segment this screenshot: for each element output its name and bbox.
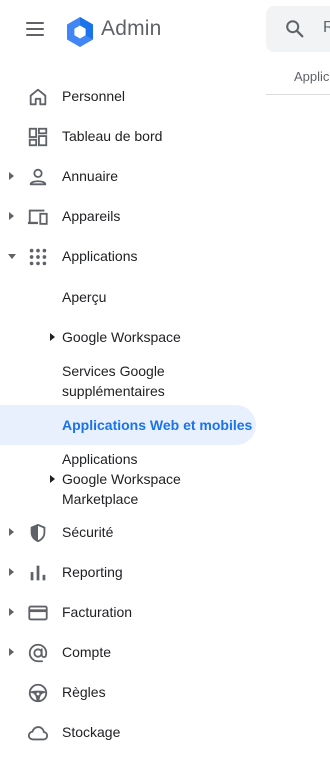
search-input[interactable]: R bbox=[323, 19, 330, 37]
sidebar-subitem-services-google-supplementaires[interactable]: Services Google supplémentaires bbox=[0, 361, 262, 401]
search-icon[interactable] bbox=[284, 18, 306, 40]
admin-logo-icon bbox=[67, 17, 93, 47]
sidebar-subitem-apercu[interactable]: Aperçu bbox=[0, 287, 262, 307]
bar-chart-icon bbox=[30, 565, 46, 581]
expand-caret-icon[interactable] bbox=[50, 475, 55, 483]
expand-caret-icon[interactable] bbox=[9, 172, 14, 180]
sidebar-item-securite[interactable]: Sécurité bbox=[0, 513, 262, 553]
expand-caret-icon[interactable] bbox=[9, 648, 14, 656]
home-icon bbox=[29, 88, 47, 106]
person-icon bbox=[29, 168, 47, 186]
sidebar-item-regles[interactable]: Règles bbox=[0, 673, 262, 713]
main-menu-button[interactable] bbox=[26, 20, 46, 38]
sidebar-item-applications[interactable]: Applications bbox=[0, 237, 262, 277]
collapse-caret-icon[interactable] bbox=[8, 254, 16, 259]
cloud-icon bbox=[27, 726, 49, 741]
expand-caret-icon[interactable] bbox=[50, 333, 55, 341]
app-title: Admin bbox=[101, 17, 162, 40]
expand-caret-icon[interactable] bbox=[9, 528, 14, 536]
sidebar-item-annuaire[interactable]: Annuaire bbox=[0, 157, 262, 197]
sidebar-item-tableau-de-bord[interactable]: Tableau de bord bbox=[0, 117, 262, 157]
sidebar-subitem-applications-web-et-mobiles[interactable]: Applications Web et mobiles bbox=[0, 405, 262, 445]
steering-wheel-icon bbox=[28, 683, 48, 703]
apps-grid-icon bbox=[29, 248, 47, 266]
expand-caret-icon[interactable] bbox=[9, 608, 14, 616]
devices-icon bbox=[27, 209, 48, 225]
top-bar: Admin R Applic bbox=[0, 0, 330, 95]
content-tab-label[interactable]: Applic bbox=[294, 69, 329, 84]
sidebar-item-stockage[interactable]: Stockage bbox=[0, 713, 262, 753]
at-sign-icon bbox=[28, 643, 48, 663]
sidebar-item-appareils[interactable]: Appareils bbox=[0, 197, 262, 237]
credit-card-icon bbox=[28, 605, 48, 621]
sidebar-subitem-google-workspace[interactable]: Google Workspace bbox=[0, 327, 262, 347]
sidebar-item-compte[interactable]: Compte bbox=[0, 633, 262, 673]
sidebar-item-facturation[interactable]: Facturation bbox=[0, 593, 262, 633]
expand-caret-icon[interactable] bbox=[9, 212, 14, 220]
dashboard-icon bbox=[28, 127, 48, 147]
sidebar-item-reporting[interactable]: Reporting bbox=[0, 553, 262, 593]
sidebar-subitem-marketplace[interactable]: Applications Google Workspace Marketplac… bbox=[0, 449, 262, 509]
shield-icon bbox=[30, 523, 46, 543]
expand-caret-icon[interactable] bbox=[9, 568, 14, 576]
tab-divider bbox=[266, 94, 330, 95]
sidebar-item-personnel[interactable]: Personnel bbox=[0, 77, 262, 117]
